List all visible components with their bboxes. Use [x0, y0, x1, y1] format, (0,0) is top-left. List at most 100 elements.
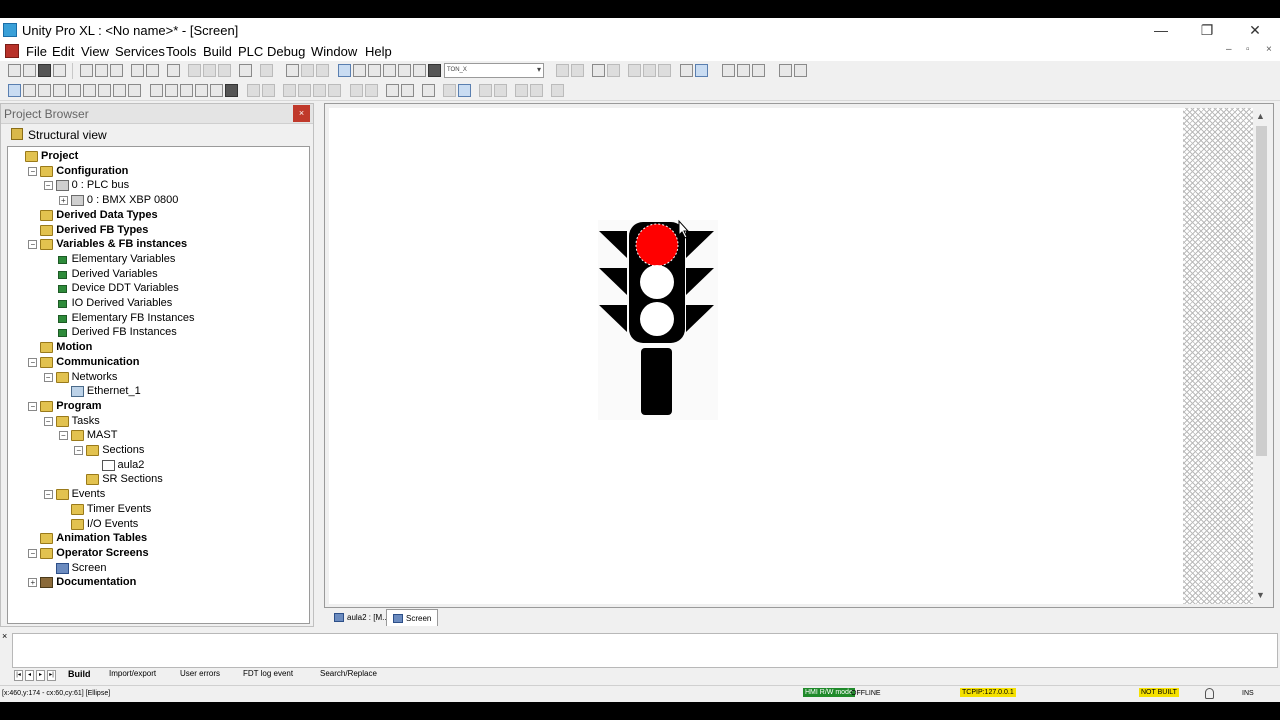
bring-front-icon[interactable] — [247, 84, 260, 97]
flip-icon[interactable] — [401, 84, 414, 97]
grid-icon[interactable] — [443, 84, 456, 97]
animation-table-icon[interactable] — [695, 64, 708, 77]
same-size-icon[interactable] — [515, 84, 528, 97]
cascade-icon[interactable] — [752, 64, 765, 77]
first-tab-icon[interactable]: |◂ — [14, 670, 23, 681]
tree-node-timer-events[interactable]: Timer Events — [8, 503, 308, 517]
tab-user-errors[interactable]: User errors — [180, 669, 220, 678]
tree-node-documentation[interactable]: + Documentation — [8, 576, 308, 590]
ungroup-icon[interactable] — [365, 84, 378, 97]
document-menu-icon[interactable] — [5, 44, 19, 58]
mdi-minimize-button[interactable]: – — [1226, 44, 1232, 55]
tab-screen[interactable]: Screen — [386, 609, 439, 626]
type-library-icon[interactable] — [383, 64, 396, 77]
tree-node-derived-fb-types[interactable]: Derived FB Types — [8, 224, 308, 238]
variable-combo[interactable]: TON_X ▾ — [444, 63, 544, 78]
close-icon[interactable]: × — [2, 631, 7, 641]
transfer-icon[interactable] — [316, 64, 329, 77]
tree-node-device-ddt-variables[interactable]: Device DDT Variables — [8, 282, 308, 296]
menu-file[interactable]: File — [26, 44, 47, 59]
debug-step-out-icon[interactable] — [658, 64, 671, 77]
yellow-lamp[interactable] — [640, 265, 674, 299]
new-icon[interactable] — [8, 64, 21, 77]
screen-link-icon[interactable] — [210, 84, 223, 97]
spin-object-icon[interactable] — [195, 84, 208, 97]
scroll-down-icon[interactable]: ▼ — [1256, 590, 1265, 600]
tab-aula2[interactable]: aula2 : [M... — [328, 609, 395, 626]
format-painter-icon[interactable] — [551, 84, 564, 97]
structural-view-bar[interactable]: Structural view — [1, 124, 313, 145]
menu-help[interactable]: Help — [365, 44, 392, 59]
tree-node-0-bmx-xbp-0800[interactable]: +0 : BMX XBP 0800 — [8, 194, 308, 208]
tree-node-derived-data-types[interactable]: Derived Data Types — [8, 209, 308, 223]
tree-node-variables-fb-instances[interactable]: − Variables & FB instances — [8, 238, 308, 252]
mdi-close-button[interactable]: × — [1266, 44, 1272, 55]
text-icon[interactable] — [98, 84, 111, 97]
tree-node-aula2[interactable]: aula2 — [8, 459, 308, 473]
operator-screen-canvas[interactable] — [329, 108, 1183, 604]
find-icon[interactable] — [188, 64, 201, 77]
tree-node-elementary-fb-instances[interactable]: Elementary FB Instances — [8, 312, 308, 326]
tree-node-project[interactable]: Project — [8, 150, 308, 164]
collapse-icon[interactable]: − — [43, 181, 53, 191]
menu-tools[interactable]: Tools — [166, 44, 196, 59]
tree-node-events[interactable]: − Events — [8, 488, 308, 502]
redo-icon[interactable] — [146, 64, 159, 77]
polygon-icon[interactable] — [83, 84, 96, 97]
cut-icon[interactable] — [95, 64, 108, 77]
space-horizontal-icon[interactable] — [479, 84, 492, 97]
collapse-icon[interactable]: − — [28, 401, 38, 411]
pie-object-icon[interactable] — [225, 84, 238, 97]
collapse-icon[interactable]: − — [74, 446, 84, 455]
close-button[interactable]: ✕ — [1240, 20, 1270, 40]
green-lamp[interactable] — [640, 302, 674, 336]
mdi-restore-button[interactable]: ▫ — [1246, 44, 1250, 55]
align-left-icon[interactable] — [283, 84, 296, 97]
build-changes-icon[interactable] — [286, 64, 299, 77]
plc-run-icon[interactable] — [592, 64, 605, 77]
expand-icon[interactable]: + — [28, 578, 38, 588]
debug-step-icon[interactable] — [628, 64, 641, 77]
io-objects-icon[interactable] — [398, 64, 411, 77]
curve-icon[interactable] — [68, 84, 81, 97]
tree-node-i-o-events[interactable]: I/O Events — [8, 518, 308, 532]
tree-node-communication[interactable]: − Communication — [8, 356, 308, 370]
close-icon[interactable]: × — [293, 105, 310, 122]
collapse-icon[interactable]: − — [28, 240, 38, 250]
animation-icon[interactable] — [680, 64, 693, 77]
space-vertical-icon[interactable] — [494, 84, 507, 97]
snap-icon[interactable] — [458, 84, 471, 97]
cross-reference-icon[interactable] — [413, 64, 426, 77]
goto-icon[interactable] — [218, 64, 231, 77]
zoom-icon[interactable] — [530, 84, 543, 97]
copy-icon[interactable] — [80, 64, 93, 77]
line-icon[interactable] — [23, 84, 36, 97]
tile-horizontal-icon[interactable] — [722, 64, 735, 77]
menu-view[interactable]: View — [81, 44, 109, 59]
tree-node-derived-variables[interactable]: Derived Variables — [8, 268, 308, 282]
collapse-icon[interactable]: − — [43, 490, 53, 500]
project-browser-icon[interactable] — [338, 64, 351, 77]
collapse-icon[interactable]: − — [43, 372, 53, 382]
menu-plc[interactable]: PLC — [238, 44, 263, 59]
ellipse-icon[interactable] — [53, 84, 66, 97]
tree-node-screen[interactable]: Screen — [8, 562, 308, 576]
align-bottom-icon[interactable] — [328, 84, 341, 97]
group-icon[interactable] — [350, 84, 363, 97]
menu-services[interactable]: Services — [115, 44, 165, 59]
vertical-scrollbar[interactable]: ▲ ▼ — [1253, 108, 1270, 604]
tree-node-operator-screens[interactable]: − Operator Screens — [8, 547, 308, 561]
undo-icon[interactable] — [131, 64, 144, 77]
validate-icon[interactable] — [167, 64, 180, 77]
tab-import-export[interactable]: Import/export — [109, 669, 156, 678]
help-icon[interactable] — [779, 64, 792, 77]
collapse-icon[interactable]: − — [28, 357, 38, 367]
library-icon[interactable] — [353, 64, 366, 77]
connect-icon[interactable] — [556, 64, 569, 77]
red-lamp[interactable] — [635, 223, 679, 267]
prev-tab-icon[interactable]: ◂ — [25, 670, 34, 681]
scroll-up-icon[interactable]: ▲ — [1256, 111, 1265, 121]
menu-edit[interactable]: Edit — [52, 44, 74, 59]
next-tab-icon[interactable]: ▸ — [36, 670, 45, 681]
debug-step-over-icon[interactable] — [643, 64, 656, 77]
